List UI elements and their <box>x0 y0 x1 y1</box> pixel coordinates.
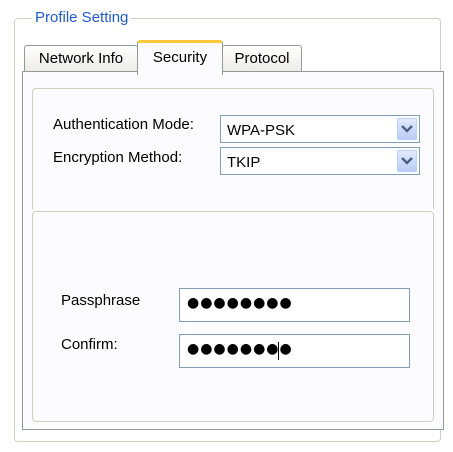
tab-security[interactable]: Security <box>137 40 223 75</box>
tab-network-info[interactable]: Network Info <box>24 45 138 72</box>
auth-mode-select[interactable]: WPA-PSK <box>220 115 420 143</box>
text-caret <box>278 342 279 360</box>
auth-mode-label: Authentication Mode: <box>53 116 194 133</box>
confirm-label: Confirm: <box>61 336 118 353</box>
auth-mode-value: WPA-PSK <box>227 122 296 139</box>
passphrase-value: ●●●●●●●● <box>187 295 293 311</box>
groupbox-title: Profile Setting <box>32 9 132 26</box>
security-tab-panel: Authentication Mode: WPA-PSK Encryption … <box>22 71 444 430</box>
encryption-method-value: TKIP <box>227 154 261 171</box>
chevron-down-icon[interactable] <box>397 150 417 172</box>
chevron-down-icon[interactable] <box>397 118 417 140</box>
cipher-groupbox: Authentication Mode: WPA-PSK Encryption … <box>32 88 434 209</box>
key-groupbox: Passphrase ●●●●●●●● Confirm: ●●●●●●●● <box>32 211 434 422</box>
encryption-method-select[interactable]: TKIP <box>220 147 420 175</box>
encryption-method-label: Encryption Method: <box>53 149 183 166</box>
tab-protocol[interactable]: Protocol <box>222 45 302 72</box>
confirm-input[interactable]: ●●●●●●●● <box>179 334 410 368</box>
passphrase-label: Passphrase <box>61 292 141 309</box>
passphrase-input[interactable]: ●●●●●●●● <box>179 288 410 322</box>
confirm-value: ●●●●●●●● <box>187 341 293 357</box>
